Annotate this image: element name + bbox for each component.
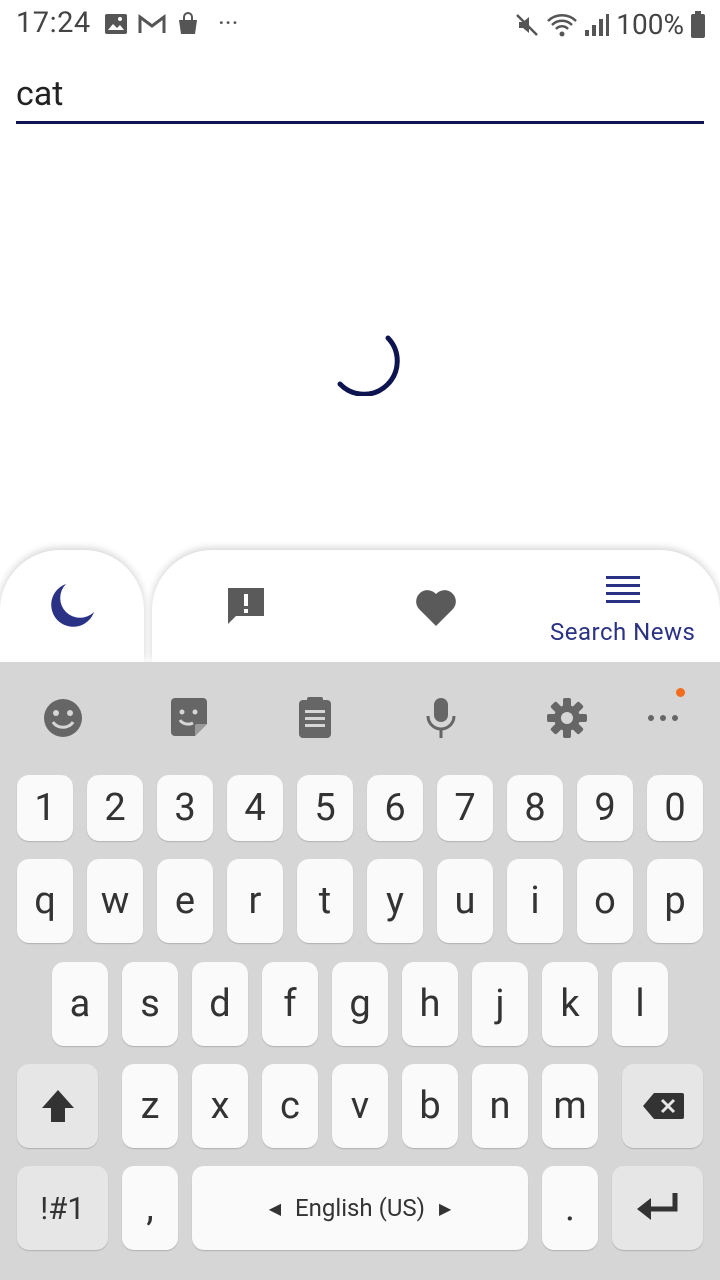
system-status-icons: 100% — [514, 8, 706, 41]
key-n[interactable]: n — [472, 1064, 528, 1148]
keyboard-toolbar — [0, 662, 720, 772]
key-i[interactable]: i — [507, 859, 563, 943]
period-key[interactable]: . — [542, 1166, 598, 1250]
microphone-icon[interactable] — [419, 696, 463, 740]
more-options-icon[interactable] — [646, 688, 690, 740]
status-time: 17:24 — [16, 6, 91, 40]
notification-dot — [676, 688, 685, 697]
key-z[interactable]: z — [122, 1064, 178, 1148]
key-q[interactable]: q — [17, 859, 73, 943]
gallery-icon — [104, 13, 128, 35]
emoji-icon[interactable] — [41, 696, 85, 740]
key-l[interactable]: l — [612, 962, 668, 1046]
mute-icon — [514, 12, 540, 38]
key-c[interactable]: c — [262, 1064, 318, 1148]
key-r[interactable]: r — [227, 859, 283, 943]
key-v[interactable]: v — [332, 1064, 388, 1148]
battery-percent: 100% — [616, 8, 684, 41]
symbols-key[interactable]: !#1 — [17, 1166, 108, 1250]
key-6[interactable]: 6 — [367, 775, 423, 841]
key-8[interactable]: 8 — [507, 775, 563, 841]
sticker-icon[interactable] — [167, 696, 211, 740]
language-label: English (US) — [295, 1194, 425, 1222]
bottom-nav-bar: Search News — [152, 550, 720, 662]
shift-key[interactable] — [17, 1064, 98, 1148]
feedback-icon[interactable] — [224, 584, 268, 628]
key-s[interactable]: s — [122, 962, 178, 1046]
search-field[interactable] — [16, 66, 704, 126]
battery-icon — [690, 10, 706, 39]
settings-gear-icon[interactable] — [545, 696, 589, 740]
key-t[interactable]: t — [297, 859, 353, 943]
search-input[interactable] — [16, 66, 704, 122]
backspace-icon — [642, 1092, 684, 1120]
enter-key[interactable] — [612, 1166, 703, 1250]
key-7[interactable]: 7 — [437, 775, 493, 841]
notification-icons: ··· — [104, 9, 239, 39]
loading-spinner — [330, 324, 402, 397]
space-key[interactable]: ◀ English (US) ▶ — [192, 1166, 528, 1250]
key-p[interactable]: p — [647, 859, 703, 943]
wifi-icon — [546, 12, 578, 38]
key-w[interactable]: w — [87, 859, 143, 943]
theme-toggle-tab[interactable] — [0, 550, 144, 662]
nav-feedback[interactable] — [224, 550, 272, 662]
nav-favorites[interactable] — [412, 550, 460, 662]
menu-lines-icon — [606, 576, 640, 604]
shift-arrow-icon — [40, 1088, 76, 1124]
key-u[interactable]: u — [437, 859, 493, 943]
language-prev-icon: ◀ — [268, 1198, 281, 1218]
key-h[interactable]: h — [402, 962, 458, 1046]
key-g[interactable]: g — [332, 962, 388, 1046]
clipboard-icon[interactable] — [293, 696, 337, 740]
key-k[interactable]: k — [542, 962, 598, 1046]
key-d[interactable]: d — [192, 962, 248, 1046]
enter-arrow-icon — [635, 1191, 681, 1225]
key-j[interactable]: j — [472, 962, 528, 1046]
more-notifications-indicator: ··· — [218, 9, 239, 39]
status-bar: 17:24 ··· 100% — [0, 0, 720, 48]
moon-icon[interactable] — [48, 582, 96, 628]
key-4[interactable]: 4 — [227, 775, 283, 841]
shopping-bag-icon — [176, 12, 200, 36]
comma-key[interactable]: , — [122, 1166, 178, 1250]
key-x[interactable]: x — [192, 1064, 248, 1148]
key-y[interactable]: y — [367, 859, 423, 943]
key-o[interactable]: o — [577, 859, 633, 943]
symbols-label: !#1 — [40, 1189, 85, 1227]
key-a[interactable]: a — [52, 962, 108, 1046]
key-5[interactable]: 5 — [297, 775, 353, 841]
search-news-label: Search News — [550, 618, 696, 646]
key-1[interactable]: 1 — [17, 775, 73, 841]
language-next-icon: ▶ — [438, 1198, 452, 1218]
heart-icon[interactable] — [414, 588, 458, 628]
signal-icon — [584, 13, 610, 37]
backspace-key[interactable] — [622, 1064, 703, 1148]
key-2[interactable]: 2 — [87, 775, 143, 841]
soft-keyboard: 1 2 3 4 5 6 7 8 9 0 q w e r t y u i o p … — [0, 662, 720, 1280]
nav-search-news[interactable]: Search News — [542, 550, 712, 662]
key-3[interactable]: 3 — [157, 775, 213, 841]
key-m[interactable]: m — [542, 1064, 598, 1148]
key-9[interactable]: 9 — [577, 775, 633, 841]
gmail-icon — [138, 13, 166, 35]
key-f[interactable]: f — [262, 962, 318, 1046]
search-underline — [16, 121, 704, 124]
key-e[interactable]: e — [157, 859, 213, 943]
key-0[interactable]: 0 — [647, 775, 703, 841]
key-b[interactable]: b — [402, 1064, 458, 1148]
